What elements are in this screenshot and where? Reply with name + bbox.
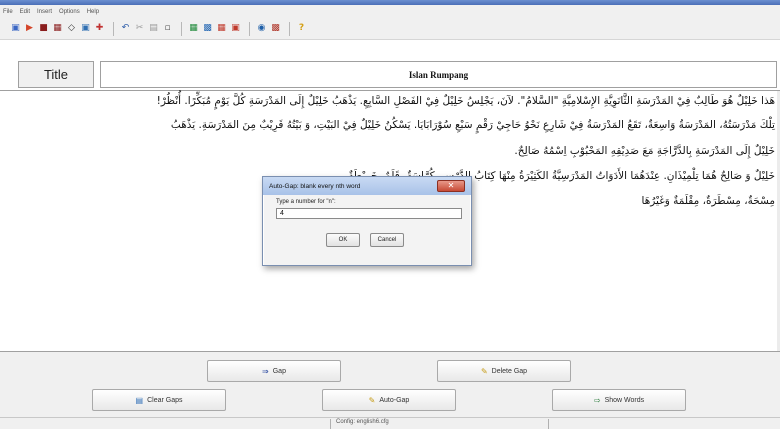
- web-icon[interactable]: ◉: [256, 23, 267, 34]
- gap-button-label: Gap: [272, 367, 286, 375]
- show-words-icon: ⇨: [593, 395, 601, 405]
- save-as-icon[interactable]: ▦: [52, 23, 63, 34]
- close-icon[interactable]: ✕: [437, 180, 465, 192]
- delete-gap-icon: ✎: [480, 366, 488, 376]
- auto-gap-dialog: Auto-Gap: blank every nth word ✕ Type a …: [262, 176, 472, 266]
- text-line: خَلِيْلٌ إِلَى المَدْرَسَةِ بِالدَّرَّاج…: [514, 145, 775, 157]
- toolbar-separator: [113, 21, 114, 36]
- color-icon[interactable]: ✚: [94, 23, 105, 34]
- menu-options[interactable]: Options: [59, 9, 80, 15]
- print-icon[interactable]: ◇: [66, 23, 77, 34]
- show-words-button-label: Show Words: [604, 396, 645, 404]
- cut-icon[interactable]: ✂: [134, 23, 145, 34]
- toolbar-separator: [181, 21, 182, 36]
- auto-gap-icon: ✎: [368, 395, 376, 405]
- text-line: هَذا خَلِيْلٌ هُوَ طَالِبٌ فِيْ المَدْرَ…: [156, 95, 775, 107]
- delete-gap-button-label: Delete Gap: [491, 367, 528, 375]
- show-words-button[interactable]: ⇨ Show Words: [552, 389, 686, 411]
- delete-gap-button[interactable]: ✎ Delete Gap: [437, 360, 571, 382]
- status-config: Config: english6.cfg: [336, 419, 389, 425]
- title-label: Title: [18, 61, 94, 88]
- clear-gaps-button-label: Clear Gaps: [147, 396, 183, 404]
- menu-insert[interactable]: Insert: [37, 9, 52, 15]
- toolbar-separator: [289, 21, 290, 36]
- export-icon[interactable]: ▦: [216, 23, 227, 34]
- publish-icon[interactable]: ▣: [230, 23, 241, 34]
- dialog-body: Type a number for "n": 4 OK Cancel: [264, 195, 470, 265]
- gap-button[interactable]: ⇒ Gap: [207, 360, 341, 382]
- menu-file[interactable]: File: [3, 9, 13, 15]
- gap-icon: ⇒: [262, 366, 269, 376]
- status-separator: [548, 419, 549, 429]
- open-icon[interactable]: ▶: [24, 23, 35, 34]
- menu-bar: File Edit Insert Options Help: [0, 5, 780, 18]
- check-icon[interactable]: ▦: [188, 23, 199, 34]
- text-line: تِلْكَ مَدْرَسَتُهُ، المَدْرَسَةُ وَاسِع…: [170, 119, 775, 131]
- save-icon[interactable]: ■: [38, 23, 49, 34]
- status-bar: Config: english6.cfg: [0, 417, 780, 429]
- paste-icon[interactable]: ▫: [162, 23, 173, 34]
- book-icon[interactable]: ▩: [270, 23, 281, 34]
- clear-gaps-button[interactable]: ▤ Clear Gaps: [92, 389, 226, 411]
- menu-help[interactable]: Help: [87, 9, 99, 15]
- cancel-button[interactable]: Cancel: [370, 233, 404, 247]
- help-icon[interactable]: ?: [296, 23, 307, 34]
- auto-gap-button-label: Auto-Gap: [379, 396, 410, 404]
- settings-icon[interactable]: ▣: [80, 23, 91, 34]
- menu-edit[interactable]: Edit: [20, 9, 30, 15]
- clear-gaps-icon: ▤: [135, 395, 144, 405]
- dialog-title: Auto-Gap: blank every nth word: [269, 182, 361, 190]
- ok-button[interactable]: OK: [326, 233, 360, 247]
- text-line: مِسْحَةٌ، مِسْطَرَةٌ، مِقْلَمَةٌ وَغَيْر…: [641, 195, 775, 207]
- new-icon[interactable]: ▣: [10, 23, 21, 34]
- auto-gap-button[interactable]: ✎ Auto-Gap: [322, 389, 456, 411]
- toolbar-separator: [249, 21, 250, 36]
- nth-word-input[interactable]: 4: [276, 208, 462, 219]
- undo-icon[interactable]: ↶: [120, 23, 131, 34]
- title-input[interactable]: Islan Rumpang: [100, 61, 777, 88]
- dialog-prompt: Type a number for "n":: [276, 199, 336, 205]
- preview-icon[interactable]: ▩: [202, 23, 213, 34]
- toolbar: ▣ ▶ ■ ▦ ◇ ▣ ✚ ↶ ✂ ▤ ▫ ▦ ▩ ▦ ▣ ◉ ▩ ?: [0, 18, 780, 40]
- status-separator: [330, 419, 331, 429]
- copy-icon[interactable]: ▤: [148, 23, 159, 34]
